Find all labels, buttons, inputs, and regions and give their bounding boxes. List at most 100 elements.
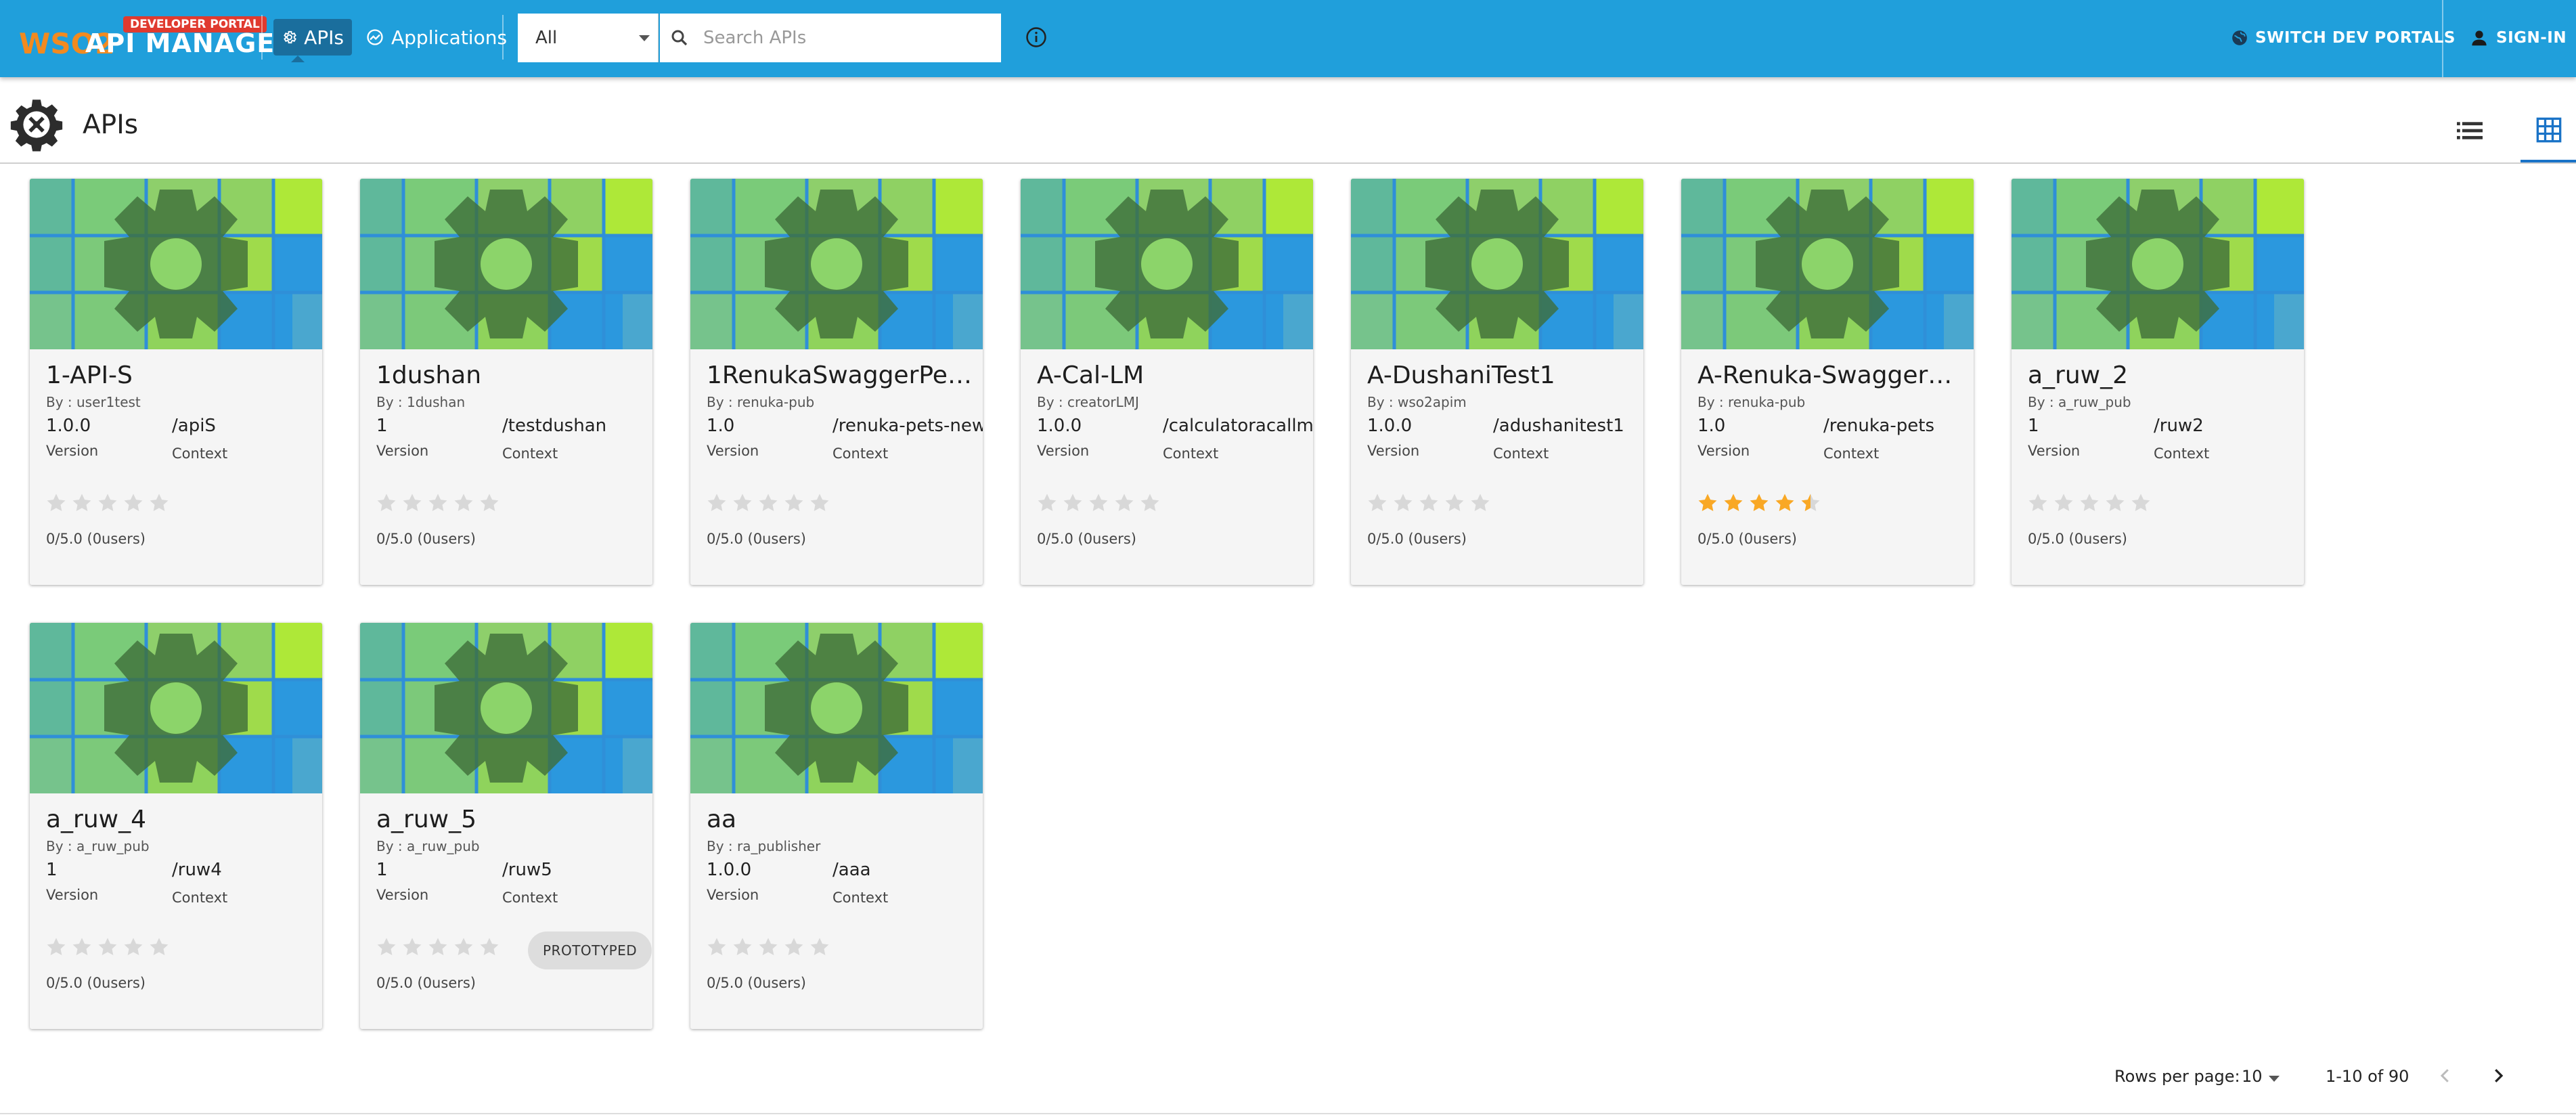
api-name[interactable]: a_ruw_4 [46,806,314,833]
list-view-icon[interactable] [2457,121,2483,141]
api-card[interactable]: a_ruw_4 By : a_ruw_pub 1 /ruw4 Version C… [30,623,322,1029]
star-icon[interactable] [70,491,93,514]
star-icon[interactable] [426,936,449,959]
version-label: Version [707,887,759,903]
grid-view-icon[interactable] [2535,116,2562,144]
api-card[interactable]: a_ruw_2 By : a_ruw_pub 1 /ruw2 Version C… [2012,179,2304,585]
api-name[interactable]: A-DushaniTest1 [1367,362,1635,389]
star-icon[interactable] [2026,491,2049,514]
star-icon[interactable] [96,936,119,959]
star-icon[interactable] [1443,491,1466,514]
api-name[interactable]: 1-API-S [46,362,314,389]
api-card[interactable]: A-Cal-LM By : creatorLMJ 1.0.0 /calculat… [1021,179,1313,585]
star-icon[interactable] [478,936,501,959]
rating-stars[interactable] [45,936,173,959]
star-icon[interactable] [2104,491,2127,514]
rating-stars[interactable] [375,491,504,514]
star-icon[interactable] [1113,491,1136,514]
rating-stars[interactable] [45,491,173,514]
star-icon[interactable] [1036,491,1059,514]
api-name[interactable]: a_ruw_2 [2028,362,2296,389]
star-icon[interactable] [70,936,93,959]
rating-stars[interactable] [1366,491,1494,514]
version-label: Version [2028,443,2081,459]
api-name[interactable]: a_ruw_5 [376,806,644,833]
star-icon[interactable] [782,491,805,514]
star-icon[interactable] [1469,491,1492,514]
search-input[interactable] [702,27,975,49]
api-card[interactable]: aa By : ra_publisher 1.0.0 /aaa Version … [690,623,983,1029]
rating-stars[interactable] [705,491,834,514]
star-icon[interactable] [782,936,805,959]
info-icon[interactable] [1025,26,1048,49]
star-icon[interactable] [375,936,398,959]
star-icon[interactable] [1773,491,1796,514]
star-icon[interactable] [1138,491,1161,514]
api-name[interactable]: 1dushan [376,362,644,389]
rating-stars[interactable] [1036,491,1164,514]
star-icon[interactable] [1696,491,1719,514]
star-icon[interactable] [1748,491,1771,514]
star-icon[interactable] [731,491,754,514]
api-card[interactable]: A-Renuka-SwaggerP… By : renuka-pub 1.0 /… [1681,179,1974,585]
api-name[interactable]: aa [707,806,975,833]
star-icon[interactable] [96,491,119,514]
nav-apis[interactable]: APIs [273,19,352,56]
nav-applications[interactable]: Applications [357,19,515,56]
star-icon[interactable] [808,491,831,514]
star-icon[interactable] [2078,491,2101,514]
star-icon[interactable] [1366,491,1389,514]
chevron-right-icon[interactable] [2488,1066,2508,1086]
star-icon[interactable] [2052,491,2075,514]
star-icon[interactable] [1087,491,1110,514]
star-icon[interactable] [148,491,171,514]
star-icon[interactable] [1061,491,1084,514]
star-icon[interactable] [705,936,728,959]
star-icon[interactable] [375,491,398,514]
star-icon[interactable] [731,936,754,959]
search-field[interactable] [660,14,1001,62]
star-icon[interactable] [122,491,145,514]
star-icon[interactable] [1722,491,1745,514]
star-icon[interactable] [122,936,145,959]
star-icon[interactable] [705,491,728,514]
star-icon[interactable] [478,491,501,514]
star-icon[interactable] [401,936,424,959]
api-context: /adushanitest1 [1493,416,1624,436]
star-icon[interactable] [401,491,424,514]
sign-in-button[interactable]: SIGN-IN [2469,20,2567,56]
api-card[interactable]: a_ruw_5 By : a_ruw_pub 1 /ruw5 Version C… [360,623,652,1029]
star-icon[interactable] [1392,491,1415,514]
star-icon[interactable] [2129,491,2152,514]
star-icon[interactable] [452,936,475,959]
star-icon[interactable] [808,936,831,959]
api-card[interactable]: 1dushan By : 1dushan 1 /testdushan Versi… [360,179,652,585]
rating-stars[interactable] [705,936,834,959]
chevron-down-icon[interactable] [2269,1076,2280,1082]
api-name[interactable]: A-Cal-LM [1037,362,1305,389]
switch-dev-portals-button[interactable]: SWITCH DEV PORTALS [2231,20,2456,56]
star-icon[interactable] [426,491,449,514]
api-name[interactable]: 1RenukaSwaggerPet… [707,362,975,389]
star-icon[interactable] [757,491,780,514]
chevron-left-icon[interactable] [2435,1066,2456,1086]
star-icon[interactable] [1799,491,1822,514]
chevron-down-icon [639,35,650,41]
search-filter-select[interactable]: All [518,14,659,62]
star-icon[interactable] [1417,491,1440,514]
api-name[interactable]: A-Renuka-SwaggerP… [1697,362,1966,389]
rating-stars[interactable] [2026,491,2155,514]
star-icon[interactable] [45,936,68,959]
star-icon[interactable] [757,936,780,959]
api-card[interactable]: A-DushaniTest1 By : wso2apim 1.0.0 /adus… [1351,179,1643,585]
rows-per-page-select[interactable]: 10 [2242,1067,2263,1086]
version-label: Version [1367,443,1420,459]
star-icon[interactable] [452,491,475,514]
rating-stars[interactable] [1696,491,1825,514]
logo[interactable]: DEVELOPER PORTAL WSO2 API MANAGER [19,16,294,64]
star-icon[interactable] [148,936,171,959]
api-card[interactable]: 1-API-S By : user1test 1.0.0 /apiS Versi… [30,179,322,585]
star-icon[interactable] [45,491,68,514]
rating-stars[interactable] [375,936,504,959]
api-card[interactable]: 1RenukaSwaggerPet… By : renuka-pub 1.0 /… [690,179,983,585]
